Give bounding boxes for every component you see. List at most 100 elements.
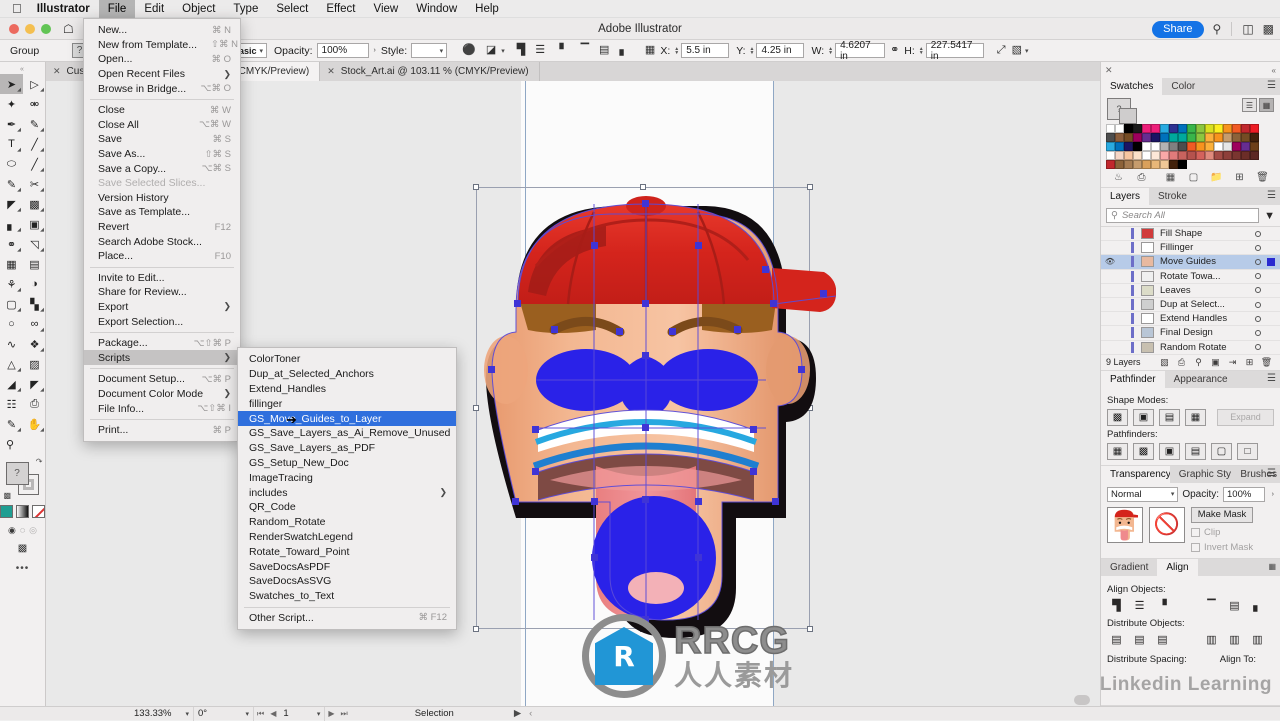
swatch-cell[interactable] xyxy=(1142,160,1151,169)
no-mask-icon[interactable]: 🚫 xyxy=(1149,506,1185,543)
close-icon[interactable]: ✕ xyxy=(1105,65,1113,76)
filter-icon[interactable]: ▼ xyxy=(1264,210,1275,222)
cartoon-character-artwork[interactable] xyxy=(476,180,836,640)
swatch-cell[interactable] xyxy=(1196,124,1205,133)
reflect-tool[interactable]: ◤ ◢ xyxy=(23,374,46,394)
target-indicator-icon[interactable] xyxy=(1255,287,1261,294)
status-bar[interactable]: 133.33% ▾ 0° ▾ ⏮ ◀ 1 ▾ ▶ ⏭ Selection ▶ ‹ xyxy=(0,706,1280,721)
pathfinder-body[interactable]: Shape Modes: ▩ ▣ ▤ ▦ Expand Pathfinders:… xyxy=(1101,388,1280,465)
align-left-icon[interactable]: ▜ xyxy=(517,45,525,56)
swatch-cell[interactable] xyxy=(1133,160,1142,169)
outline-icon[interactable]: ▢ xyxy=(1211,442,1232,460)
edit-toolbar-tool[interactable]: ✎ ◢ xyxy=(0,414,23,434)
crop-image-tool[interactable]: ▨ xyxy=(23,354,46,374)
menu-item[interactable]: ImageTracing xyxy=(238,470,456,485)
symbol-sprayer-tool[interactable]: ▢ ◢ xyxy=(0,294,23,314)
color-fill-button[interactable] xyxy=(0,505,13,518)
menu-illustrator[interactable]: Illustrator xyxy=(33,0,99,18)
swatch-cell[interactable] xyxy=(1169,133,1178,142)
artboard-nav-first[interactable]: ⏮ xyxy=(254,709,267,719)
align-tabs[interactable]: Gradient Align ▦ xyxy=(1101,558,1280,576)
swatch-cell[interactable] xyxy=(1169,142,1178,151)
swatch-cell[interactable] xyxy=(1151,142,1160,151)
target-indicator-icon[interactable] xyxy=(1255,273,1261,280)
clip-checkbox-row[interactable]: Clip xyxy=(1191,527,1253,538)
horizontal-scrollbar[interactable] xyxy=(1074,695,1090,705)
status-resize-icon[interactable]: ‹ xyxy=(521,708,532,719)
distribute-bottom-icon[interactable]: ▤ xyxy=(1153,632,1172,648)
menu-item[interactable]: Save ⌘ S xyxy=(84,132,240,147)
swatch-cell[interactable] xyxy=(1142,133,1151,142)
swatch-cell[interactable] xyxy=(1187,151,1196,160)
distribute-horizontal-center-icon[interactable]: ▥ xyxy=(1225,632,1244,648)
swatch-cell[interactable] xyxy=(1160,142,1169,151)
collect-in-new-layer-icon[interactable]: ⇥ xyxy=(1224,357,1241,368)
menu-item[interactable]: GS_Move_Guides_to_Layer xyxy=(238,411,456,426)
align-vertical-center-icon[interactable]: ▤ xyxy=(599,45,609,56)
transparency-panel[interactable]: Transparency Graphic Sty Brushes ☰ Norma… xyxy=(1101,465,1280,559)
swatch-cell[interactable] xyxy=(1115,133,1124,142)
panel-menu-icon[interactable]: ☰ xyxy=(1267,373,1276,384)
invert-mask-checkbox-row[interactable]: Invert Mask xyxy=(1191,542,1253,553)
x-input[interactable]: 5.5 in xyxy=(681,43,730,58)
menu-help[interactable]: Help xyxy=(466,0,508,18)
arrange-documents-icon[interactable]: ◫ xyxy=(1242,23,1253,35)
transparency-body[interactable]: Normal ▾ Opacity: 100% › 🚫 Make Mask Cli… xyxy=(1101,483,1280,558)
target-indicator-icon[interactable] xyxy=(1255,258,1261,265)
pencil-tool[interactable]: ✎ ◢ xyxy=(0,174,23,194)
gradient-tool[interactable]: ▤ xyxy=(23,254,46,274)
menu-item[interactable]: ColorToner xyxy=(238,352,456,367)
panel-menu-icon[interactable]: ☰ xyxy=(1267,468,1276,479)
hand-tool[interactable]: ✋ ◢ xyxy=(23,414,46,434)
layer-row[interactable]: Rotate Towa... xyxy=(1101,270,1280,284)
apple-logo-icon[interactable]:  xyxy=(0,2,33,15)
swatch-cell[interactable] xyxy=(1160,124,1169,133)
swatch-cell[interactable] xyxy=(1196,133,1205,142)
menu-item[interactable]: Export ❯ xyxy=(84,300,240,315)
color-mode-buttons[interactable] xyxy=(0,505,45,518)
align-top-icon[interactable]: ▔ xyxy=(581,45,589,56)
eyedropper-tool[interactable]: ⚘ ◢ xyxy=(0,274,23,294)
menu-item[interactable]: Swatches_to_Text xyxy=(238,589,456,604)
panel-collapse-icon[interactable]: « xyxy=(0,66,45,74)
layer-search-input[interactable]: ⚲ Search All xyxy=(1106,208,1260,223)
swatch-cell[interactable] xyxy=(1241,124,1250,133)
opacity-chevron-icon[interactable]: › xyxy=(1272,491,1274,498)
layer-row[interactable]: Dup at Select... xyxy=(1101,298,1280,313)
more-options-icon[interactable]: ▧ xyxy=(1012,45,1022,56)
swatches-toolbar[interactable]: ? ☰ ▦ xyxy=(1101,95,1280,124)
swatch-cell[interactable] xyxy=(1124,142,1133,151)
drawing-mode-buttons[interactable]: ◉ ◌ ◎ xyxy=(0,525,45,536)
pathfinders-row[interactable]: ▦ ▩ ▣ ▤ ▢ □ xyxy=(1107,442,1274,460)
swatch-cell[interactable] xyxy=(1178,142,1187,151)
swatch-libraries-icon[interactable]: ♨ xyxy=(1107,172,1130,183)
color-group-icon[interactable]: ▦ xyxy=(1159,172,1182,183)
align-bottom-icon[interactable]: ▖ xyxy=(1248,598,1267,614)
pathfinder-tabs[interactable]: Pathfinder Appearance ☰ xyxy=(1101,370,1280,388)
swatch-cell[interactable] xyxy=(1178,124,1187,133)
shape-modes-row[interactable]: ▩ ▣ ▤ ▦ Expand xyxy=(1107,408,1274,426)
layers-tabs[interactable]: Layers Stroke ☰ xyxy=(1101,188,1280,205)
layer-row[interactable]: Fill Shape xyxy=(1101,227,1280,242)
menu-view[interactable]: View xyxy=(365,0,408,18)
tab-layers[interactable]: Layers xyxy=(1101,188,1150,205)
layers-footer[interactable]: 9 Layers ▧ ⎙ ⚲ ▣ ⇥ ⊞ 🗑 xyxy=(1101,355,1280,370)
swatch-cell[interactable] xyxy=(1187,142,1196,151)
swatch-cell[interactable] xyxy=(1196,142,1205,151)
menu-item[interactable]: SaveDocsAsPDF xyxy=(238,559,456,574)
swatch-cell[interactable] xyxy=(1196,151,1205,160)
swatch-cell[interactable] xyxy=(1187,124,1196,133)
file-menu-dropdown[interactable]: New... ⌘ N New from Template... ⇧⌘ N Open...… xyxy=(83,18,241,443)
swatch-cell[interactable] xyxy=(1115,151,1124,160)
swatch-cell[interactable] xyxy=(1178,133,1187,142)
swatches-footer[interactable]: ♨ ⎙ ▦ ▢ 📁 ⊞ 🗑 xyxy=(1101,169,1280,187)
tools-panel[interactable]: « ➤ ◢ ▷ ◢ ✦ ⚮ ✒ ◢ ✎ ◢ T ◢ ╱ ◢ ⬭ ╱ ◢ ✎ ◢ ✂ ◢ ◤ ◢ ▩ ◢… xyxy=(0,62,46,706)
opacity-input[interactable]: 100% xyxy=(316,43,369,58)
type-tool[interactable]: T ◢ xyxy=(0,134,23,154)
scripts-submenu-dropdown[interactable]: ColorToner Dup_at_Selected_Anchors Extend_… xyxy=(237,347,457,631)
new-sublayer-icon[interactable]: ▣ xyxy=(1207,357,1224,368)
transform-reference-point-icon[interactable]: ▦ xyxy=(645,45,655,56)
menu-item[interactable]: Invite to Edit... xyxy=(84,271,240,286)
share-button[interactable]: Share xyxy=(1152,20,1204,38)
swatch-cell[interactable] xyxy=(1142,124,1151,133)
